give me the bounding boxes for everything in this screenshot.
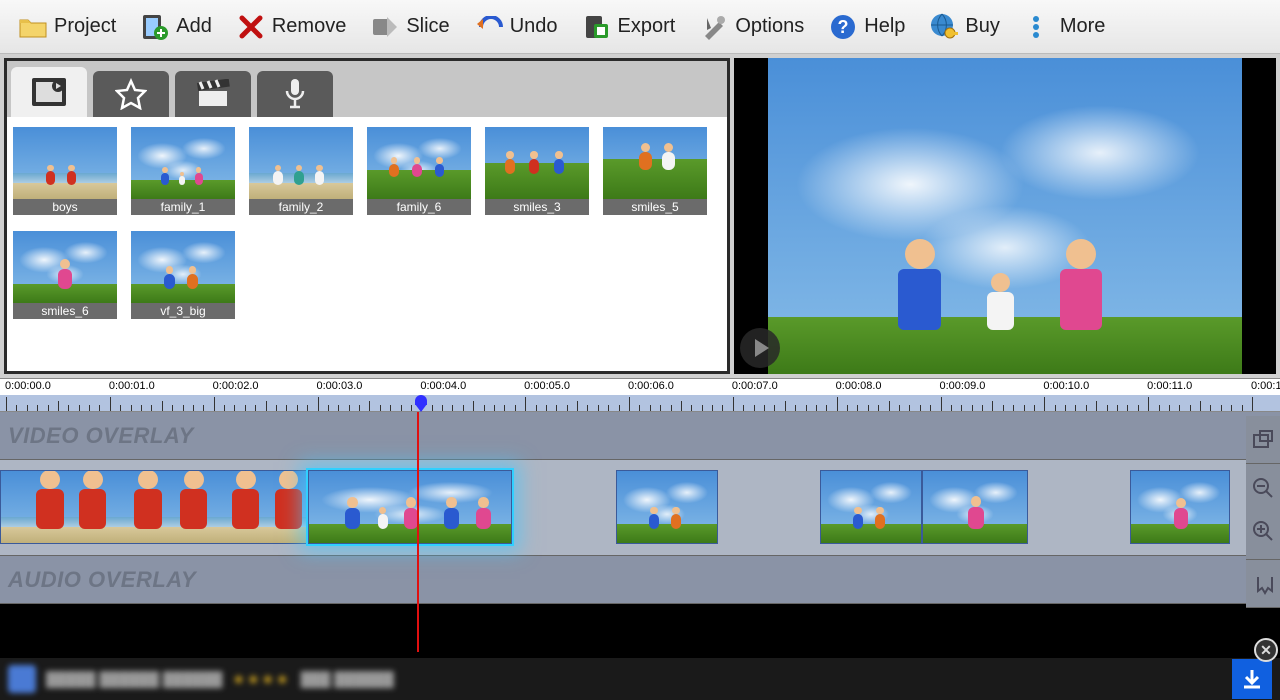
- ad-blurred-content: █████ ██████ ██████★★★★███ ██████: [8, 665, 394, 693]
- buy-label: Buy: [965, 15, 999, 38]
- audio-toggle-button[interactable]: [1246, 560, 1280, 608]
- timeline-clip[interactable]: [616, 470, 718, 544]
- timeline-clip[interactable]: [820, 470, 922, 544]
- download-button[interactable]: [1232, 659, 1272, 699]
- clip-item[interactable]: smiles_3: [485, 127, 589, 215]
- clip-label: vf_3_big: [131, 303, 235, 319]
- audio-overlay-track-header: AUDIO OVERLAY: [0, 556, 1280, 604]
- clip-label: smiles_6: [13, 303, 117, 319]
- timeline-clip[interactable]: [922, 470, 1028, 544]
- ruler-label: 0:00:06.0: [628, 380, 674, 392]
- remove-button[interactable]: Remove: [224, 8, 358, 46]
- clip-label: boys: [13, 199, 117, 215]
- more-button[interactable]: More: [1012, 8, 1118, 46]
- playhead-marker[interactable]: [412, 395, 430, 413]
- middle-pane: boys family_1 family_2 family_6 smiles_3: [0, 54, 1280, 378]
- more-dots-icon: [1024, 12, 1054, 42]
- zoom-in-button[interactable]: [1252, 520, 1274, 547]
- slice-button[interactable]: Slice: [358, 8, 461, 46]
- bin-tab-mic[interactable]: [257, 71, 333, 117]
- remove-label: Remove: [272, 15, 346, 38]
- bin-tab-clapper[interactable]: [175, 71, 251, 117]
- ad-banner: █████ ██████ ██████★★★★███ ██████: [0, 658, 1280, 700]
- clip-item[interactable]: family_1: [131, 127, 235, 215]
- clip-item[interactable]: smiles_5: [603, 127, 707, 215]
- tools-icon: [699, 12, 729, 42]
- timeline: 0:00:00.0 0:00:01.0 0:00:02.0 0:00:03.0 0:00…: [0, 378, 1280, 604]
- svg-text:?: ?: [838, 17, 849, 37]
- close-ad-button[interactable]: ✕: [1254, 638, 1278, 662]
- clip-label: family_6: [367, 199, 471, 215]
- overlay-toggle-button[interactable]: [1246, 416, 1280, 464]
- help-icon: ?: [828, 12, 858, 42]
- add-label: Add: [176, 15, 212, 38]
- video-overlay-track-header: VIDEO OVERLAY: [0, 412, 1280, 460]
- clip-item[interactable]: vf_3_big: [131, 231, 235, 319]
- main-toolbar: Project Add Remove Slice Undo Export Opt…: [0, 0, 1280, 54]
- clip-label: smiles_3: [485, 199, 589, 215]
- bin-body: boys family_1 family_2 family_6 smiles_3: [7, 117, 727, 371]
- bin-tab-media[interactable]: [11, 67, 87, 117]
- play-button[interactable]: [740, 328, 780, 368]
- slice-icon: [370, 12, 400, 42]
- ruler-label: 0:00:00.0: [5, 380, 51, 392]
- help-label: Help: [864, 15, 905, 38]
- film-plus-icon: [140, 12, 170, 42]
- export-button[interactable]: Export: [570, 8, 688, 46]
- ruler-label: 0:00:03.0: [317, 380, 363, 392]
- add-button[interactable]: Add: [128, 8, 224, 46]
- buy-button[interactable]: Buy: [917, 8, 1011, 46]
- undo-button[interactable]: Undo: [462, 8, 570, 46]
- timeline-ruler[interactable]: 0:00:00.0 0:00:01.0 0:00:02.0 0:00:03.0 0:00…: [0, 378, 1280, 412]
- remove-x-icon: [236, 12, 266, 42]
- timeline-side-tools: [1246, 416, 1280, 608]
- clip-label: smiles_5: [603, 199, 707, 215]
- clip-item[interactable]: boys: [13, 127, 117, 215]
- preview-pane: [734, 58, 1276, 374]
- zoom-tools: [1246, 464, 1280, 560]
- options-button[interactable]: Options: [687, 8, 816, 46]
- ruler-label: 0:00:04.0: [420, 380, 466, 392]
- clip-item[interactable]: family_6: [367, 127, 471, 215]
- preview-frame: [768, 58, 1242, 374]
- bin-tab-favorites[interactable]: [93, 71, 169, 117]
- clip-label: family_2: [249, 199, 353, 215]
- export-icon: [582, 12, 612, 42]
- options-label: Options: [735, 15, 804, 38]
- timeline-clip[interactable]: [0, 470, 308, 544]
- export-label: Export: [618, 15, 676, 38]
- ruler-label: 0:00:11.0: [1147, 380, 1192, 392]
- video-track[interactable]: [0, 460, 1280, 556]
- ruler-label: 0:00:10.0: [1043, 380, 1089, 392]
- ruler-label: 0:00:12.0: [1251, 380, 1280, 392]
- playhead-line: [417, 412, 419, 652]
- project-label: Project: [54, 15, 116, 38]
- ruler-label: 0:00:02.0: [213, 380, 259, 392]
- bin-tabs: [7, 61, 727, 117]
- zoom-out-button[interactable]: [1252, 477, 1274, 504]
- ruler-label: 0:00:08.0: [836, 380, 882, 392]
- clip-label: family_1: [131, 199, 235, 215]
- undo-label: Undo: [510, 15, 558, 38]
- project-button[interactable]: Project: [6, 8, 128, 46]
- clip-item[interactable]: smiles_6: [13, 231, 117, 319]
- help-button[interactable]: ? Help: [816, 8, 917, 46]
- ruler-label: 0:00:05.0: [524, 380, 570, 392]
- timeline-clip[interactable]: [1130, 470, 1230, 544]
- audio-overlay-label: AUDIO OVERLAY: [8, 567, 196, 593]
- ruler-label: 0:00:07.0: [732, 380, 778, 392]
- undo-icon: [474, 12, 504, 42]
- ruler-label: 0:00:01.0: [109, 380, 155, 392]
- ruler-label: 0:00:09.0: [940, 380, 986, 392]
- media-bin: boys family_1 family_2 family_6 smiles_3: [4, 58, 730, 374]
- folder-icon: [18, 12, 48, 42]
- more-label: More: [1060, 15, 1106, 38]
- slice-label: Slice: [406, 15, 449, 38]
- video-overlay-label: VIDEO OVERLAY: [8, 423, 194, 449]
- globe-key-icon: [929, 12, 959, 42]
- timeline-clip[interactable]: [308, 470, 512, 544]
- clip-item[interactable]: family_2: [249, 127, 353, 215]
